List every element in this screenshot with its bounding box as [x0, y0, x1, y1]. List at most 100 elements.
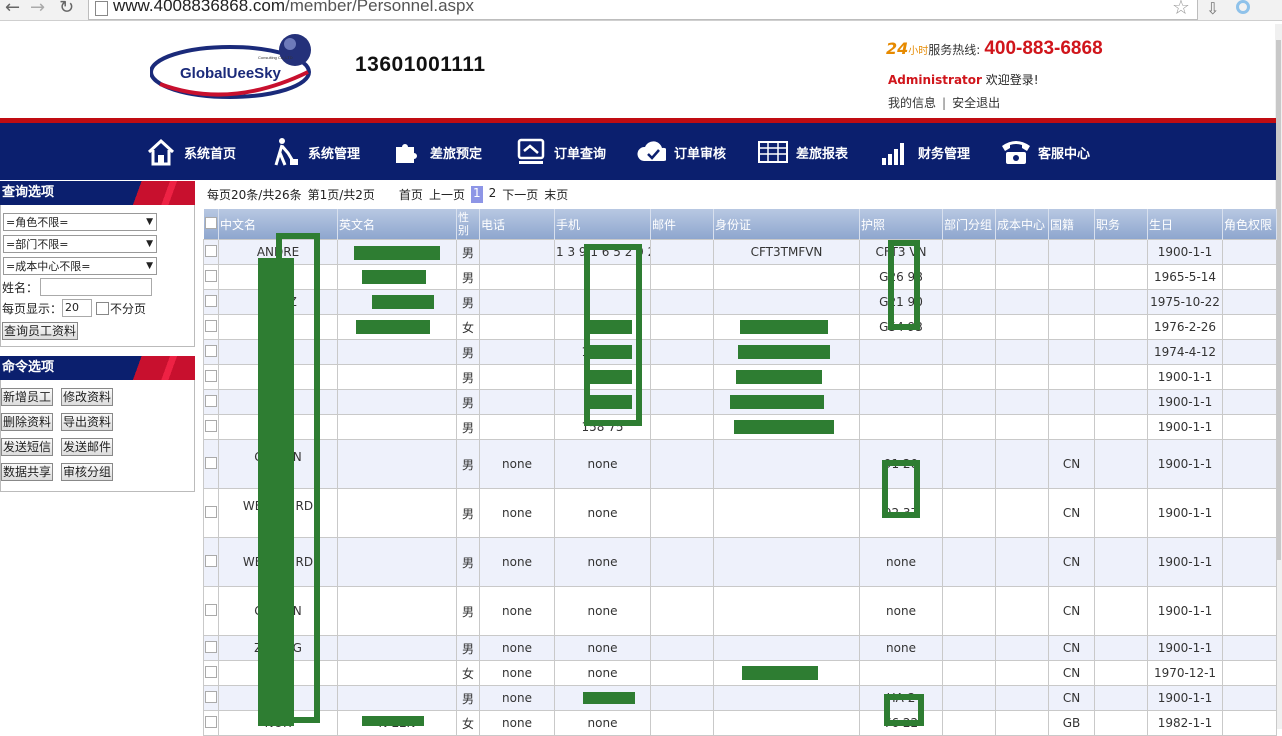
- logout-link[interactable]: 安全退出: [952, 96, 1000, 110]
- no-paging-checkbox[interactable]: [96, 301, 110, 315]
- nav-system-admin[interactable]: 系统管理: [270, 137, 360, 167]
- row-checkbox-cell[interactable]: [203, 414, 219, 440]
- address-bar[interactable]: www.4008836868.com/member/Personnel.aspx…: [88, 0, 1198, 20]
- row-checkbox-cell[interactable]: [203, 389, 219, 415]
- column-header[interactable]: 性别: [456, 209, 480, 240]
- column-header[interactable]: 部门分组: [942, 209, 996, 240]
- back-icon[interactable]: ←: [5, 0, 20, 18]
- reload-icon[interactable]: ↻: [59, 0, 74, 18]
- row-checkbox[interactable]: [205, 640, 217, 653]
- column-header[interactable]: 生日: [1147, 209, 1223, 240]
- review-group-button[interactable]: 审核分组: [61, 463, 114, 481]
- row-checkbox-cell[interactable]: [203, 289, 219, 315]
- per-page-input[interactable]: 20: [62, 299, 93, 317]
- row-checkbox[interactable]: [205, 456, 217, 469]
- row-checkbox[interactable]: [205, 715, 217, 728]
- row-checkbox[interactable]: [205, 603, 217, 616]
- table-row[interactable]: GUEN N男nonenonenoneCN1900-1-1: [203, 586, 1277, 636]
- query-employee-button[interactable]: 查询员工资料: [2, 322, 79, 340]
- column-header[interactable]: 角色权限: [1222, 209, 1277, 240]
- delete-profile-button[interactable]: 删除资料: [1, 413, 54, 431]
- nav-home[interactable]: 系统首页: [146, 137, 236, 167]
- table-row[interactable]: WELLER RD男nonenonenoneCN1900-1-1: [203, 537, 1277, 587]
- row-checkbox-cell[interactable]: [203, 537, 219, 587]
- nav-finance[interactable]: 财务管理: [880, 137, 970, 167]
- row-checkbox-cell[interactable]: [203, 685, 219, 711]
- name-row: 姓名：: [2, 278, 194, 296]
- row-checkbox-cell[interactable]: [203, 439, 219, 489]
- add-employee-button[interactable]: 新增员工: [1, 388, 54, 406]
- row-checkbox[interactable]: [205, 554, 217, 567]
- column-header[interactable]: 职务: [1094, 209, 1148, 240]
- nav-travel-booking[interactable]: 差旅预定: [392, 137, 482, 167]
- row-checkbox-cell[interactable]: [203, 660, 219, 686]
- row-checkbox[interactable]: [205, 244, 217, 257]
- name-input[interactable]: [40, 278, 153, 296]
- bookmark-star-icon[interactable]: ☆: [1172, 0, 1190, 19]
- data-share-button[interactable]: 数据共享: [1, 463, 54, 481]
- row-checkbox[interactable]: [205, 344, 217, 357]
- row-checkbox[interactable]: [205, 294, 217, 307]
- row-checkbox[interactable]: [205, 394, 217, 407]
- my-info-link[interactable]: 我的信息: [888, 96, 936, 110]
- nav-travel-report[interactable]: 差旅报表: [758, 137, 848, 167]
- extension-icon[interactable]: ⇩: [1206, 0, 1219, 18]
- row-checkbox-cell[interactable]: [203, 586, 219, 636]
- column-header[interactable]: 国籍: [1048, 209, 1095, 240]
- row-checkbox[interactable]: [205, 319, 217, 332]
- send-email-button[interactable]: 发送邮件: [61, 438, 114, 456]
- row-checkbox-cell[interactable]: [203, 339, 219, 365]
- column-header[interactable]: 手机: [554, 209, 651, 240]
- column-header[interactable]: 护照: [859, 209, 943, 240]
- extension-ring-icon[interactable]: [1236, 0, 1250, 14]
- row-checkbox-cell[interactable]: [203, 239, 219, 265]
- row-checkbox-cell[interactable]: [203, 635, 219, 661]
- nav-customer-service[interactable]: 客服中心: [1000, 137, 1090, 167]
- send-sms-button[interactable]: 发送短信: [1, 438, 54, 456]
- role-select[interactable]: =角色不限= ▼: [3, 213, 157, 231]
- page-2-link[interactable]: 2: [489, 186, 497, 203]
- row-checkbox-cell[interactable]: [203, 364, 219, 390]
- cell-cost: [995, 537, 1049, 587]
- cell-birthday: 1900-1-1: [1147, 586, 1223, 636]
- row-checkbox-cell[interactable]: [203, 264, 219, 290]
- row-checkbox[interactable]: [205, 419, 217, 432]
- table-row[interactable]: SUN/ZSU NG男G21 901975-10-22: [203, 289, 1277, 315]
- select-all-header[interactable]: [203, 209, 219, 240]
- select-all-checkbox[interactable]: [204, 216, 217, 229]
- table-row[interactable]: ZHAO G男nonenonenoneCN1900-1-1: [203, 635, 1277, 661]
- last-page-link[interactable]: 末页: [544, 186, 568, 203]
- nav-order-query[interactable]: 订单查询: [516, 137, 606, 167]
- per-page-row: 每页显示： 20 不分页: [2, 299, 147, 317]
- row-checkbox-cell[interactable]: [203, 314, 219, 340]
- prev-page-link[interactable]: 上一页: [429, 186, 465, 203]
- row-checkbox[interactable]: [205, 690, 217, 703]
- table-row[interactable]: IP/ A男none135 8HA 2CN1900-1-1: [203, 685, 1277, 711]
- table-row[interactable]: 女nonenone230 002XCN1970-12-1: [203, 660, 1277, 686]
- forward-icon[interactable]: →: [30, 0, 45, 18]
- column-header[interactable]: 电话: [479, 209, 555, 240]
- edit-profile-button[interactable]: 修改资料: [61, 388, 114, 406]
- site-logo[interactable]: GlobalUeeSky Consulting Co.,LTD: [149, 32, 316, 100]
- nav-order-review[interactable]: 订单审核: [636, 137, 726, 167]
- next-page-link[interactable]: 下一页: [502, 186, 538, 203]
- first-page-link[interactable]: 首页: [399, 186, 423, 203]
- column-header[interactable]: 英文名: [337, 209, 457, 240]
- row-checkbox[interactable]: [205, 665, 217, 678]
- row-checkbox[interactable]: [205, 269, 217, 282]
- column-header[interactable]: 身份证: [713, 209, 860, 240]
- column-header[interactable]: 成本中心: [995, 209, 1049, 240]
- row-checkbox-cell[interactable]: [203, 488, 219, 538]
- cell-duty: [1094, 314, 1148, 340]
- table-row[interactable]: WELLER RDF男nonenone92 37CN1900-1-1: [203, 488, 1277, 538]
- row-checkbox[interactable]: [205, 369, 217, 382]
- table-row[interactable]: GUEN NWO男nonenone91 20CN1900-1-1: [203, 439, 1277, 489]
- row-checkbox-cell[interactable]: [203, 710, 219, 736]
- cell-dept: [942, 710, 996, 736]
- department-select[interactable]: =部门不限= ▼: [3, 235, 157, 253]
- cell-role: [1222, 264, 1277, 290]
- export-profile-button[interactable]: 导出资料: [61, 413, 114, 431]
- column-header[interactable]: 邮件: [650, 209, 714, 240]
- row-checkbox[interactable]: [205, 505, 217, 518]
- cost-center-select[interactable]: =成本中心不限= ▼: [3, 257, 157, 275]
